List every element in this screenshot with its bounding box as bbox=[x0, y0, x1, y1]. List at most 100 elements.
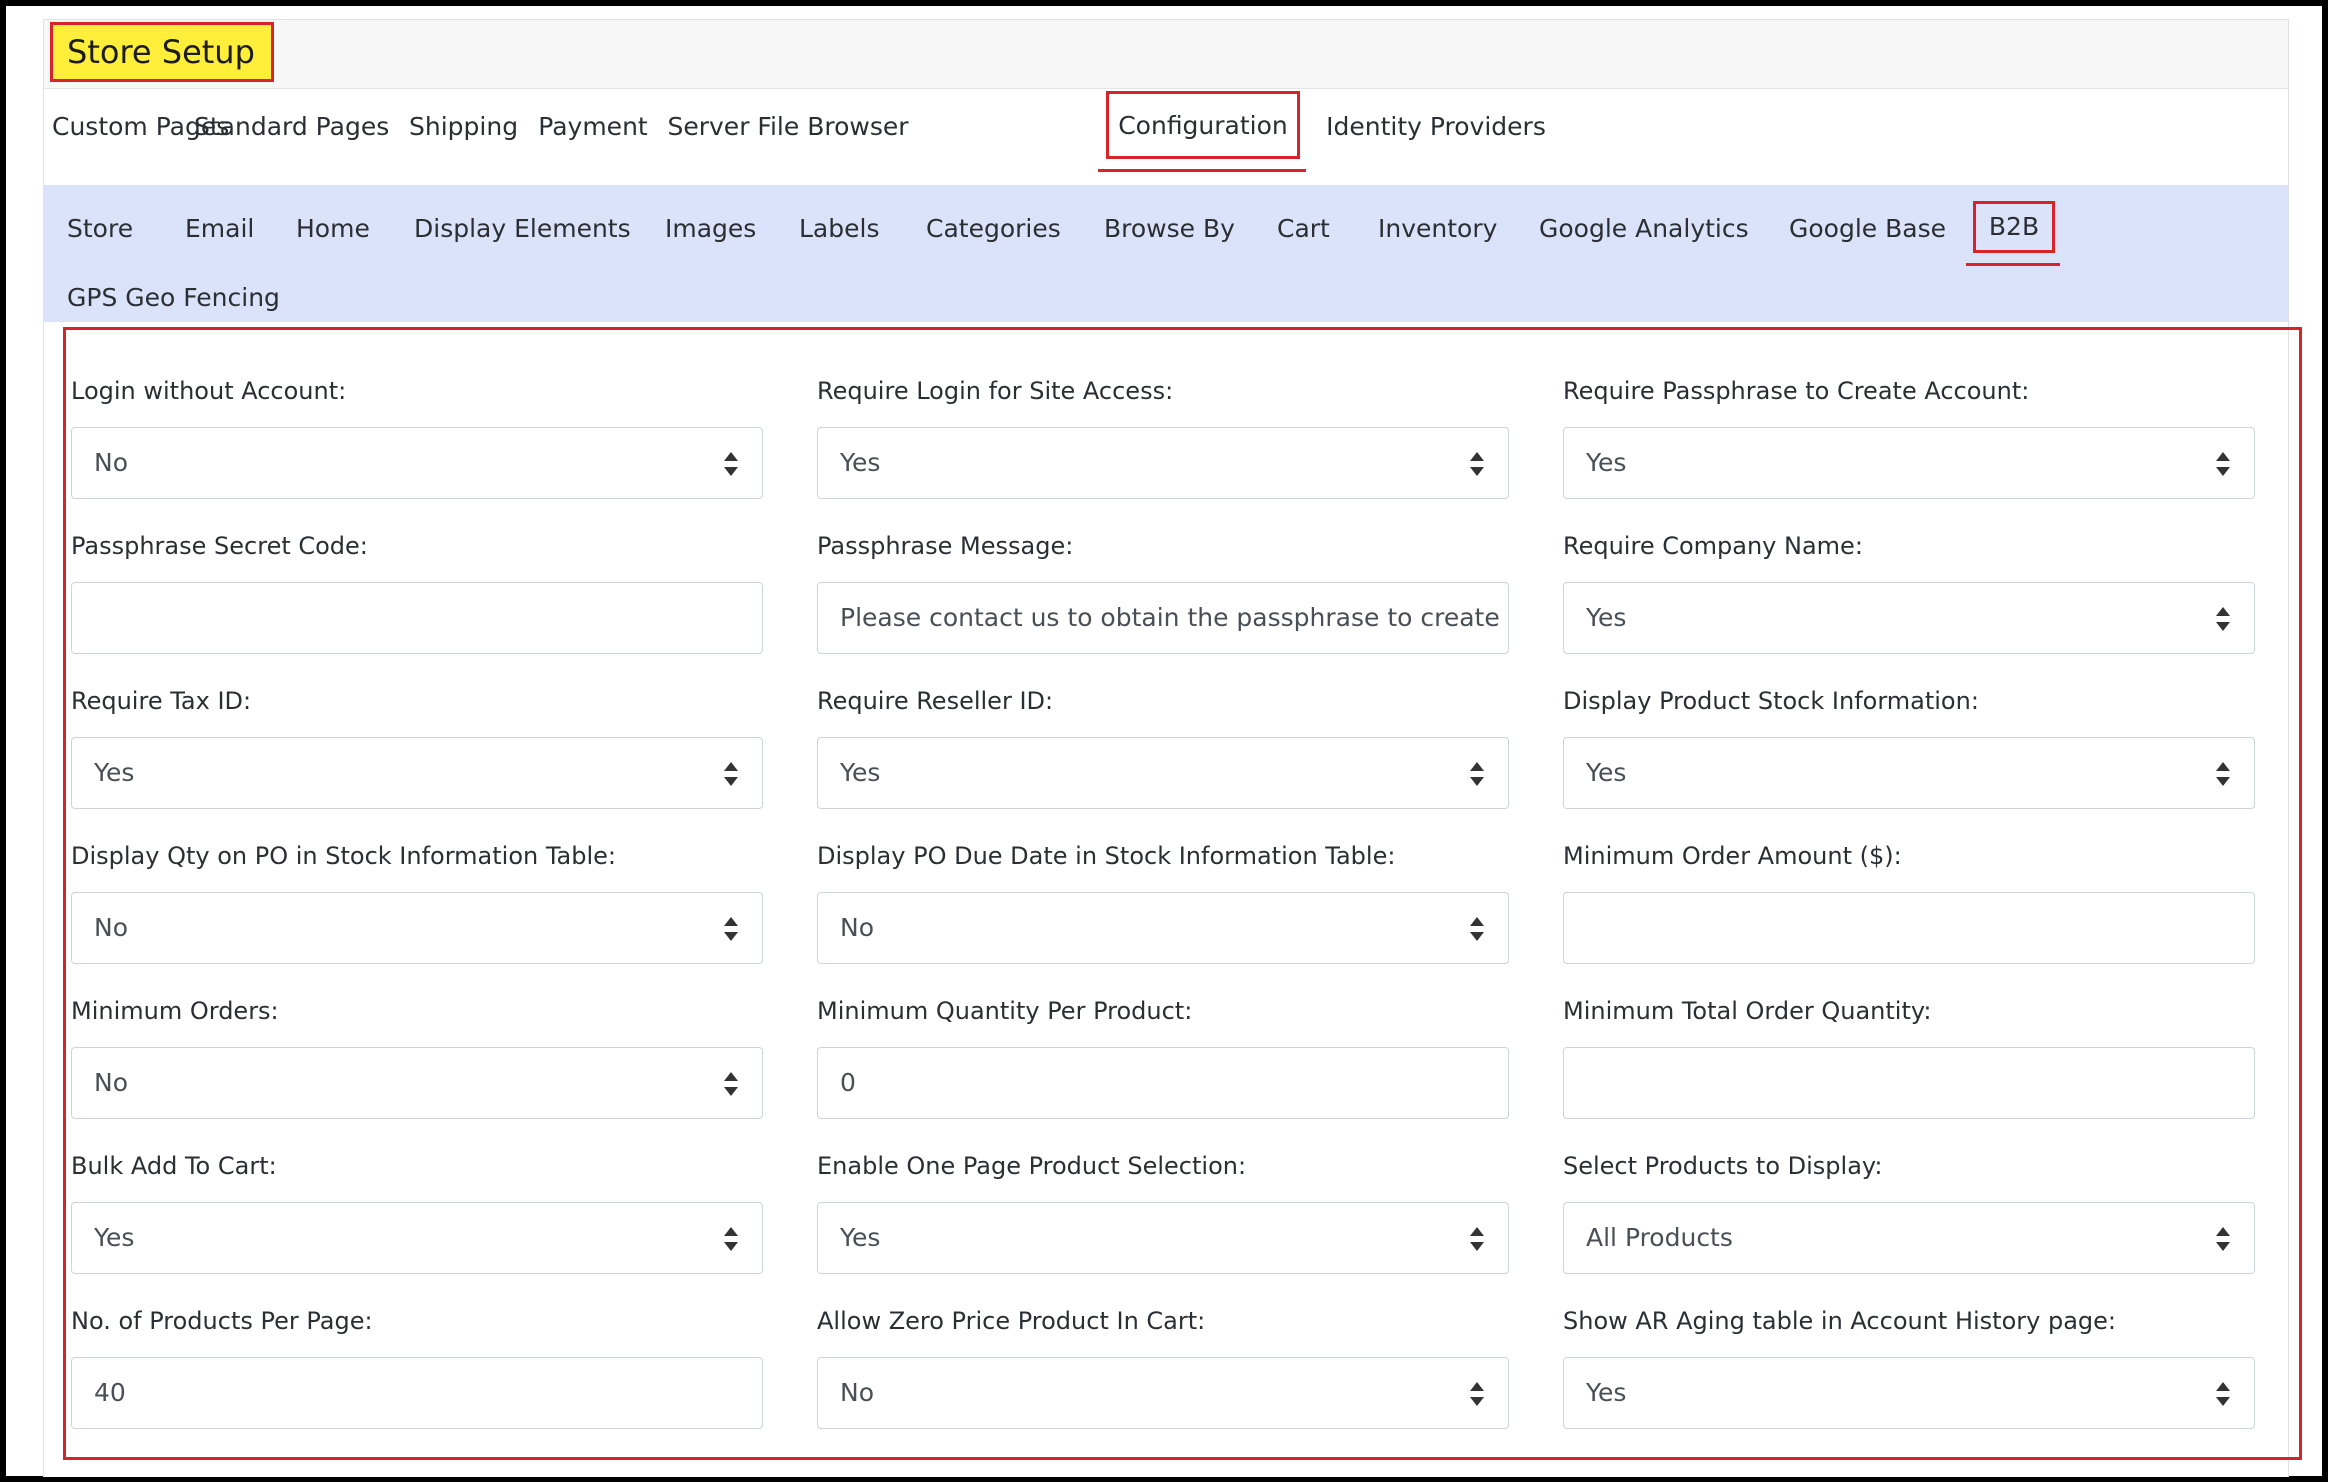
tab-server-file-browser[interactable]: Server File Browser bbox=[667, 89, 909, 174]
show-ar-aging-table-in-account-history-page-select[interactable]: Yes bbox=[1563, 1357, 2255, 1429]
show-ar-aging-table-in-account-history-page-value: Yes bbox=[1586, 1378, 1627, 1407]
sort-caret-icon bbox=[724, 1227, 738, 1251]
sort-caret-icon bbox=[2216, 1382, 2230, 1406]
subnav-home[interactable]: Home bbox=[296, 211, 370, 247]
display-po-due-date-in-stock-information-table-value: No bbox=[840, 913, 874, 942]
allow-zero-price-product-in-cart-select[interactable]: No bbox=[817, 1357, 1509, 1429]
sort-caret-icon bbox=[724, 762, 738, 786]
show-ar-aging-table-in-account-history-page-label: Show AR Aging table in Account History p… bbox=[1563, 1307, 2116, 1335]
require-tax-id-label: Require Tax ID: bbox=[71, 687, 252, 715]
subnav-store[interactable]: Store bbox=[67, 211, 133, 247]
select-products-to-display-label: Select Products to Display: bbox=[1563, 1152, 1883, 1180]
tab-custom-pages[interactable]: Custom Pages bbox=[52, 89, 229, 174]
passphrase-secret-code-label: Passphrase Secret Code: bbox=[71, 532, 368, 560]
no-of-products-per-page-label: No. of Products Per Page: bbox=[71, 1307, 373, 1335]
no-of-products-per-page-input[interactable]: 40 bbox=[71, 1357, 763, 1429]
tab-standard-pages[interactable]: Standard Pages bbox=[194, 89, 389, 174]
sort-caret-icon bbox=[2216, 1227, 2230, 1251]
require-login-for-site-access-select[interactable]: Yes bbox=[817, 427, 1509, 499]
minimum-total-order-quantity-input[interactable] bbox=[1563, 1047, 2255, 1119]
subnav-google-analytics[interactable]: Google Analytics bbox=[1539, 211, 1749, 247]
sort-caret-icon bbox=[1470, 1382, 1484, 1406]
login-without-account-select[interactable]: No bbox=[71, 427, 763, 499]
tab-identity-providers[interactable]: Identity Providers bbox=[1324, 89, 1548, 174]
subnav-labels[interactable]: Labels bbox=[799, 211, 879, 247]
no-of-products-per-page-value: 40 bbox=[94, 1378, 126, 1407]
minimum-orders-value: No bbox=[94, 1068, 128, 1097]
subnav-images[interactable]: Images bbox=[665, 211, 756, 247]
login-without-account-label: Login without Account: bbox=[71, 377, 347, 405]
subnav-categories[interactable]: Categories bbox=[926, 211, 1061, 247]
subnav-display-elements[interactable]: Display Elements bbox=[414, 211, 631, 247]
main-tabs: Custom Pages Standard Pages Shipping Pay… bbox=[44, 89, 2288, 174]
subnav-inventory[interactable]: Inventory bbox=[1378, 211, 1497, 247]
require-login-for-site-access-label: Require Login for Site Access: bbox=[817, 377, 1174, 405]
sort-caret-icon bbox=[1470, 452, 1484, 476]
require-passphrase-to-create-account-select[interactable]: Yes bbox=[1563, 427, 2255, 499]
subnav-google-base[interactable]: Google Base bbox=[1789, 211, 1946, 247]
sort-caret-icon bbox=[724, 917, 738, 941]
require-reseller-id-label: Require Reseller ID: bbox=[817, 687, 1054, 715]
display-po-due-date-in-stock-information-table-label: Display PO Due Date in Stock Information… bbox=[817, 842, 1396, 870]
bulk-add-to-cart-select[interactable]: Yes bbox=[71, 1202, 763, 1274]
card-header: Store Setup bbox=[44, 20, 2288, 89]
require-passphrase-to-create-account-label: Require Passphrase to Create Account: bbox=[1563, 377, 2030, 405]
minimum-order-amount-label: Minimum Order Amount ($): bbox=[1563, 842, 1902, 870]
require-tax-id-value: Yes bbox=[94, 758, 135, 787]
require-login-for-site-access-value: Yes bbox=[840, 448, 881, 477]
display-po-due-date-in-stock-information-table-select[interactable]: No bbox=[817, 892, 1509, 964]
minimum-order-amount-input[interactable] bbox=[1563, 892, 2255, 964]
minimum-total-order-quantity-label: Minimum Total Order Quantity: bbox=[1563, 997, 1932, 1025]
subnav-email[interactable]: Email bbox=[185, 211, 254, 247]
require-company-name-value: Yes bbox=[1586, 603, 1627, 632]
require-company-name-select[interactable]: Yes bbox=[1563, 582, 2255, 654]
display-product-stock-information-select[interactable]: Yes bbox=[1563, 737, 2255, 809]
subnav-b2b[interactable]: B2B bbox=[1973, 201, 2055, 253]
display-qty-on-po-in-stock-information-table-select[interactable]: No bbox=[71, 892, 763, 964]
tab-shipping[interactable]: Shipping bbox=[409, 89, 518, 174]
enable-one-page-product-selection-label: Enable One Page Product Selection: bbox=[817, 1152, 1247, 1180]
config-subnav: Store Email Home Display Elements Images… bbox=[44, 185, 2288, 322]
require-reseller-id-value: Yes bbox=[840, 758, 881, 787]
sort-caret-icon bbox=[2216, 762, 2230, 786]
login-without-account-value: No bbox=[94, 448, 128, 477]
display-product-stock-information-label: Display Product Stock Information: bbox=[1563, 687, 1979, 715]
select-products-to-display-select[interactable]: All Products bbox=[1563, 1202, 2255, 1274]
bulk-add-to-cart-value: Yes bbox=[94, 1223, 135, 1252]
sort-caret-icon bbox=[2216, 607, 2230, 631]
minimum-orders-label: Minimum Orders: bbox=[71, 997, 279, 1025]
minimum-quantity-per-product-value: 0 bbox=[840, 1068, 856, 1097]
passphrase-message-input[interactable]: Please contact us to obtain the passphra… bbox=[817, 582, 1509, 654]
tab-configuration-underline bbox=[1098, 169, 1306, 172]
require-company-name-label: Require Company Name: bbox=[1563, 532, 1863, 560]
require-tax-id-select[interactable]: Yes bbox=[71, 737, 763, 809]
subnav-browse-by[interactable]: Browse By bbox=[1104, 211, 1235, 247]
sort-caret-icon bbox=[1470, 917, 1484, 941]
tab-configuration[interactable]: Configuration bbox=[1106, 91, 1300, 159]
minimum-quantity-per-product-input[interactable]: 0 bbox=[817, 1047, 1509, 1119]
display-product-stock-information-value: Yes bbox=[1586, 758, 1627, 787]
page-title: Store Setup bbox=[50, 22, 274, 82]
subnav-cart[interactable]: Cart bbox=[1277, 211, 1330, 247]
subnav-b2b-underline bbox=[1966, 263, 2060, 266]
passphrase-secret-code-input[interactable] bbox=[71, 582, 763, 654]
allow-zero-price-product-in-cart-label: Allow Zero Price Product In Cart: bbox=[817, 1307, 1206, 1335]
require-passphrase-to-create-account-value: Yes bbox=[1586, 448, 1627, 477]
enable-one-page-product-selection-value: Yes bbox=[840, 1223, 881, 1252]
minimum-orders-select[interactable]: No bbox=[71, 1047, 763, 1119]
display-qty-on-po-in-stock-information-table-label: Display Qty on PO in Stock Information T… bbox=[71, 842, 617, 870]
select-products-to-display-value: All Products bbox=[1586, 1223, 1733, 1252]
passphrase-message-value: Please contact us to obtain the passphra… bbox=[840, 603, 1508, 632]
subnav-gps-geo-fencing[interactable]: GPS Geo Fencing bbox=[67, 280, 280, 316]
tab-payment[interactable]: Payment bbox=[538, 89, 648, 174]
sort-caret-icon bbox=[2216, 452, 2230, 476]
require-reseller-id-select[interactable]: Yes bbox=[817, 737, 1509, 809]
display-qty-on-po-in-stock-information-table-value: No bbox=[94, 913, 128, 942]
sort-caret-icon bbox=[724, 452, 738, 476]
sort-caret-icon bbox=[724, 1072, 738, 1096]
page: Store Setup Custom Pages Standard Pages … bbox=[6, 6, 2322, 1477]
allow-zero-price-product-in-cart-value: No bbox=[840, 1378, 874, 1407]
enable-one-page-product-selection-select[interactable]: Yes bbox=[817, 1202, 1509, 1274]
minimum-quantity-per-product-label: Minimum Quantity Per Product: bbox=[817, 997, 1193, 1025]
passphrase-message-label: Passphrase Message: bbox=[817, 532, 1074, 560]
